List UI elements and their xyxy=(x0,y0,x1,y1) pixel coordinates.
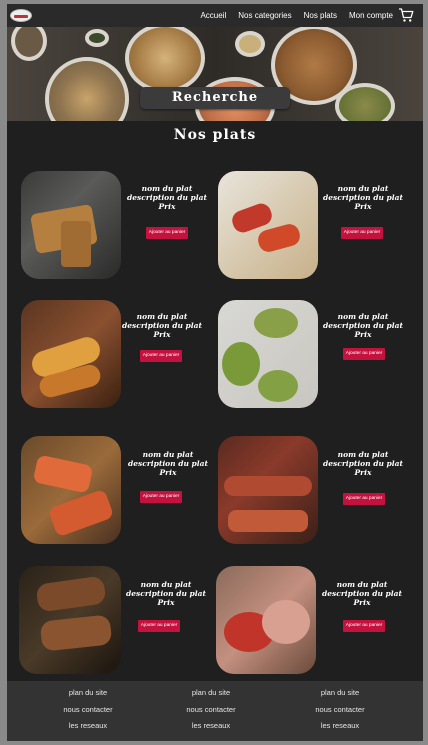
bowl-image xyxy=(235,31,265,57)
dish-image-antipasti xyxy=(216,566,316,674)
food-shape xyxy=(254,308,298,338)
dish-info: nom du plat description du plat Prix xyxy=(320,312,406,339)
dish-description: description du plat xyxy=(126,589,206,598)
footer-link-plan[interactable]: plan du site xyxy=(151,685,271,702)
dish-info: nom du plat description du plat Prix xyxy=(320,450,406,477)
dish-price: Prix xyxy=(159,468,177,477)
dish-price: Prix xyxy=(158,202,176,211)
search-button[interactable]: Recherche xyxy=(140,87,290,109)
dish-image-stuffed-avocado xyxy=(218,300,318,408)
top-navbar: Accueil Nos categories Nos plats Mon com… xyxy=(7,4,423,27)
dish-price: Prix xyxy=(354,330,372,339)
food-shape xyxy=(61,221,91,267)
bowl-image xyxy=(85,29,109,47)
dish-image-buffet xyxy=(218,436,318,544)
food-shape xyxy=(35,575,107,613)
dish-name: nom du plat xyxy=(336,580,388,589)
nav-link-compte[interactable]: Mon compte xyxy=(349,11,393,20)
food-shape xyxy=(255,221,303,255)
dish-description: description du plat xyxy=(323,321,403,330)
dish-description: description du plat xyxy=(323,459,403,468)
dish-name: nom du plat xyxy=(337,312,389,321)
page: Accueil Nos categories Nos plats Mon com… xyxy=(7,4,423,741)
nav-link-accueil[interactable]: Accueil xyxy=(200,11,226,20)
add-to-cart-button[interactable]: Ajouter au panier xyxy=(140,491,182,503)
dish-name: nom du plat xyxy=(337,184,389,193)
footer-column: plan du site nous contacter les reseaux xyxy=(28,685,148,735)
food-shape xyxy=(224,476,312,496)
add-to-cart-button[interactable]: Ajouter au panier xyxy=(343,348,385,360)
dish-info: nom du plat description du plat Prix xyxy=(123,580,209,607)
add-to-cart-button[interactable]: Ajouter au panier xyxy=(343,620,385,632)
dish-description: description du plat xyxy=(323,193,403,202)
dish-name: nom du plat xyxy=(140,580,192,589)
dish-name: nom du plat xyxy=(136,312,188,321)
add-to-cart-button[interactable]: Ajouter au panier xyxy=(138,620,180,632)
dish-image-grilled-bread xyxy=(19,566,121,674)
dish-image-tacos xyxy=(21,300,121,408)
dish-image-toasts xyxy=(21,436,121,544)
food-shape xyxy=(258,370,298,402)
footer-link-social[interactable]: les reseaux xyxy=(151,718,271,735)
logo[interactable] xyxy=(10,9,32,22)
nav-links: Accueil Nos categories Nos plats Mon com… xyxy=(200,11,393,20)
hero-banner: Recherche xyxy=(7,27,423,121)
add-to-cart-button[interactable]: Ajouter au panier xyxy=(341,227,383,239)
dish-name: nom du plat xyxy=(337,450,389,459)
footer-link-contact[interactable]: nous contacter xyxy=(151,702,271,719)
dish-price: Prix xyxy=(153,330,171,339)
food-shape xyxy=(222,342,260,386)
food-shape xyxy=(228,510,308,532)
footer-column: plan du site nous contacter les reseaux xyxy=(151,685,271,735)
dish-price: Prix xyxy=(354,468,372,477)
dish-info: nom du plat description du plat Prix xyxy=(124,184,210,211)
dish-image-bruschetta xyxy=(218,171,318,279)
dish-info: nom du plat description du plat Prix xyxy=(319,580,405,607)
dish-image-spring-rolls xyxy=(21,171,121,279)
nav-link-categories[interactable]: Nos categories xyxy=(238,11,291,20)
dish-price: Prix xyxy=(354,202,372,211)
footer-link-contact[interactable]: nous contacter xyxy=(28,702,148,719)
dish-description: description du plat xyxy=(128,459,208,468)
section-title: Nos plats xyxy=(173,127,257,143)
dish-description: description du plat xyxy=(322,589,402,598)
dish-price: Prix xyxy=(157,598,175,607)
footer-link-plan[interactable]: plan du site xyxy=(28,685,148,702)
food-shape xyxy=(47,488,115,538)
food-shape xyxy=(262,600,310,644)
footer-link-social[interactable]: les reseaux xyxy=(28,718,148,735)
bowl-image xyxy=(335,83,395,121)
add-to-cart-button[interactable]: Ajouter au panier xyxy=(146,227,188,239)
dish-description: description du plat xyxy=(127,193,207,202)
cart-icon[interactable] xyxy=(398,8,414,23)
dish-info: nom du plat description du plat Prix xyxy=(320,184,406,211)
footer-link-plan[interactable]: plan du site xyxy=(280,685,400,702)
dish-price: Prix xyxy=(353,598,371,607)
dish-info: nom du plat description du plat Prix xyxy=(119,312,205,339)
add-to-cart-button[interactable]: Ajouter au panier xyxy=(343,493,385,505)
food-shape xyxy=(32,454,94,494)
dish-name: nom du plat xyxy=(141,184,193,193)
footer-column: plan du site nous contacter les reseaux xyxy=(280,685,400,735)
nav-link-plats[interactable]: Nos plats xyxy=(304,11,337,20)
add-to-cart-button[interactable]: Ajouter au panier xyxy=(140,350,182,362)
food-shape xyxy=(39,614,113,652)
footer-link-social[interactable]: les reseaux xyxy=(280,718,400,735)
dish-info: nom du plat description du plat Prix xyxy=(125,450,211,477)
dish-description: description du plat xyxy=(122,321,202,330)
dish-name: nom du plat xyxy=(142,450,194,459)
footer: plan du site nous contacter les reseaux … xyxy=(7,681,423,741)
footer-link-contact[interactable]: nous contacter xyxy=(280,702,400,719)
